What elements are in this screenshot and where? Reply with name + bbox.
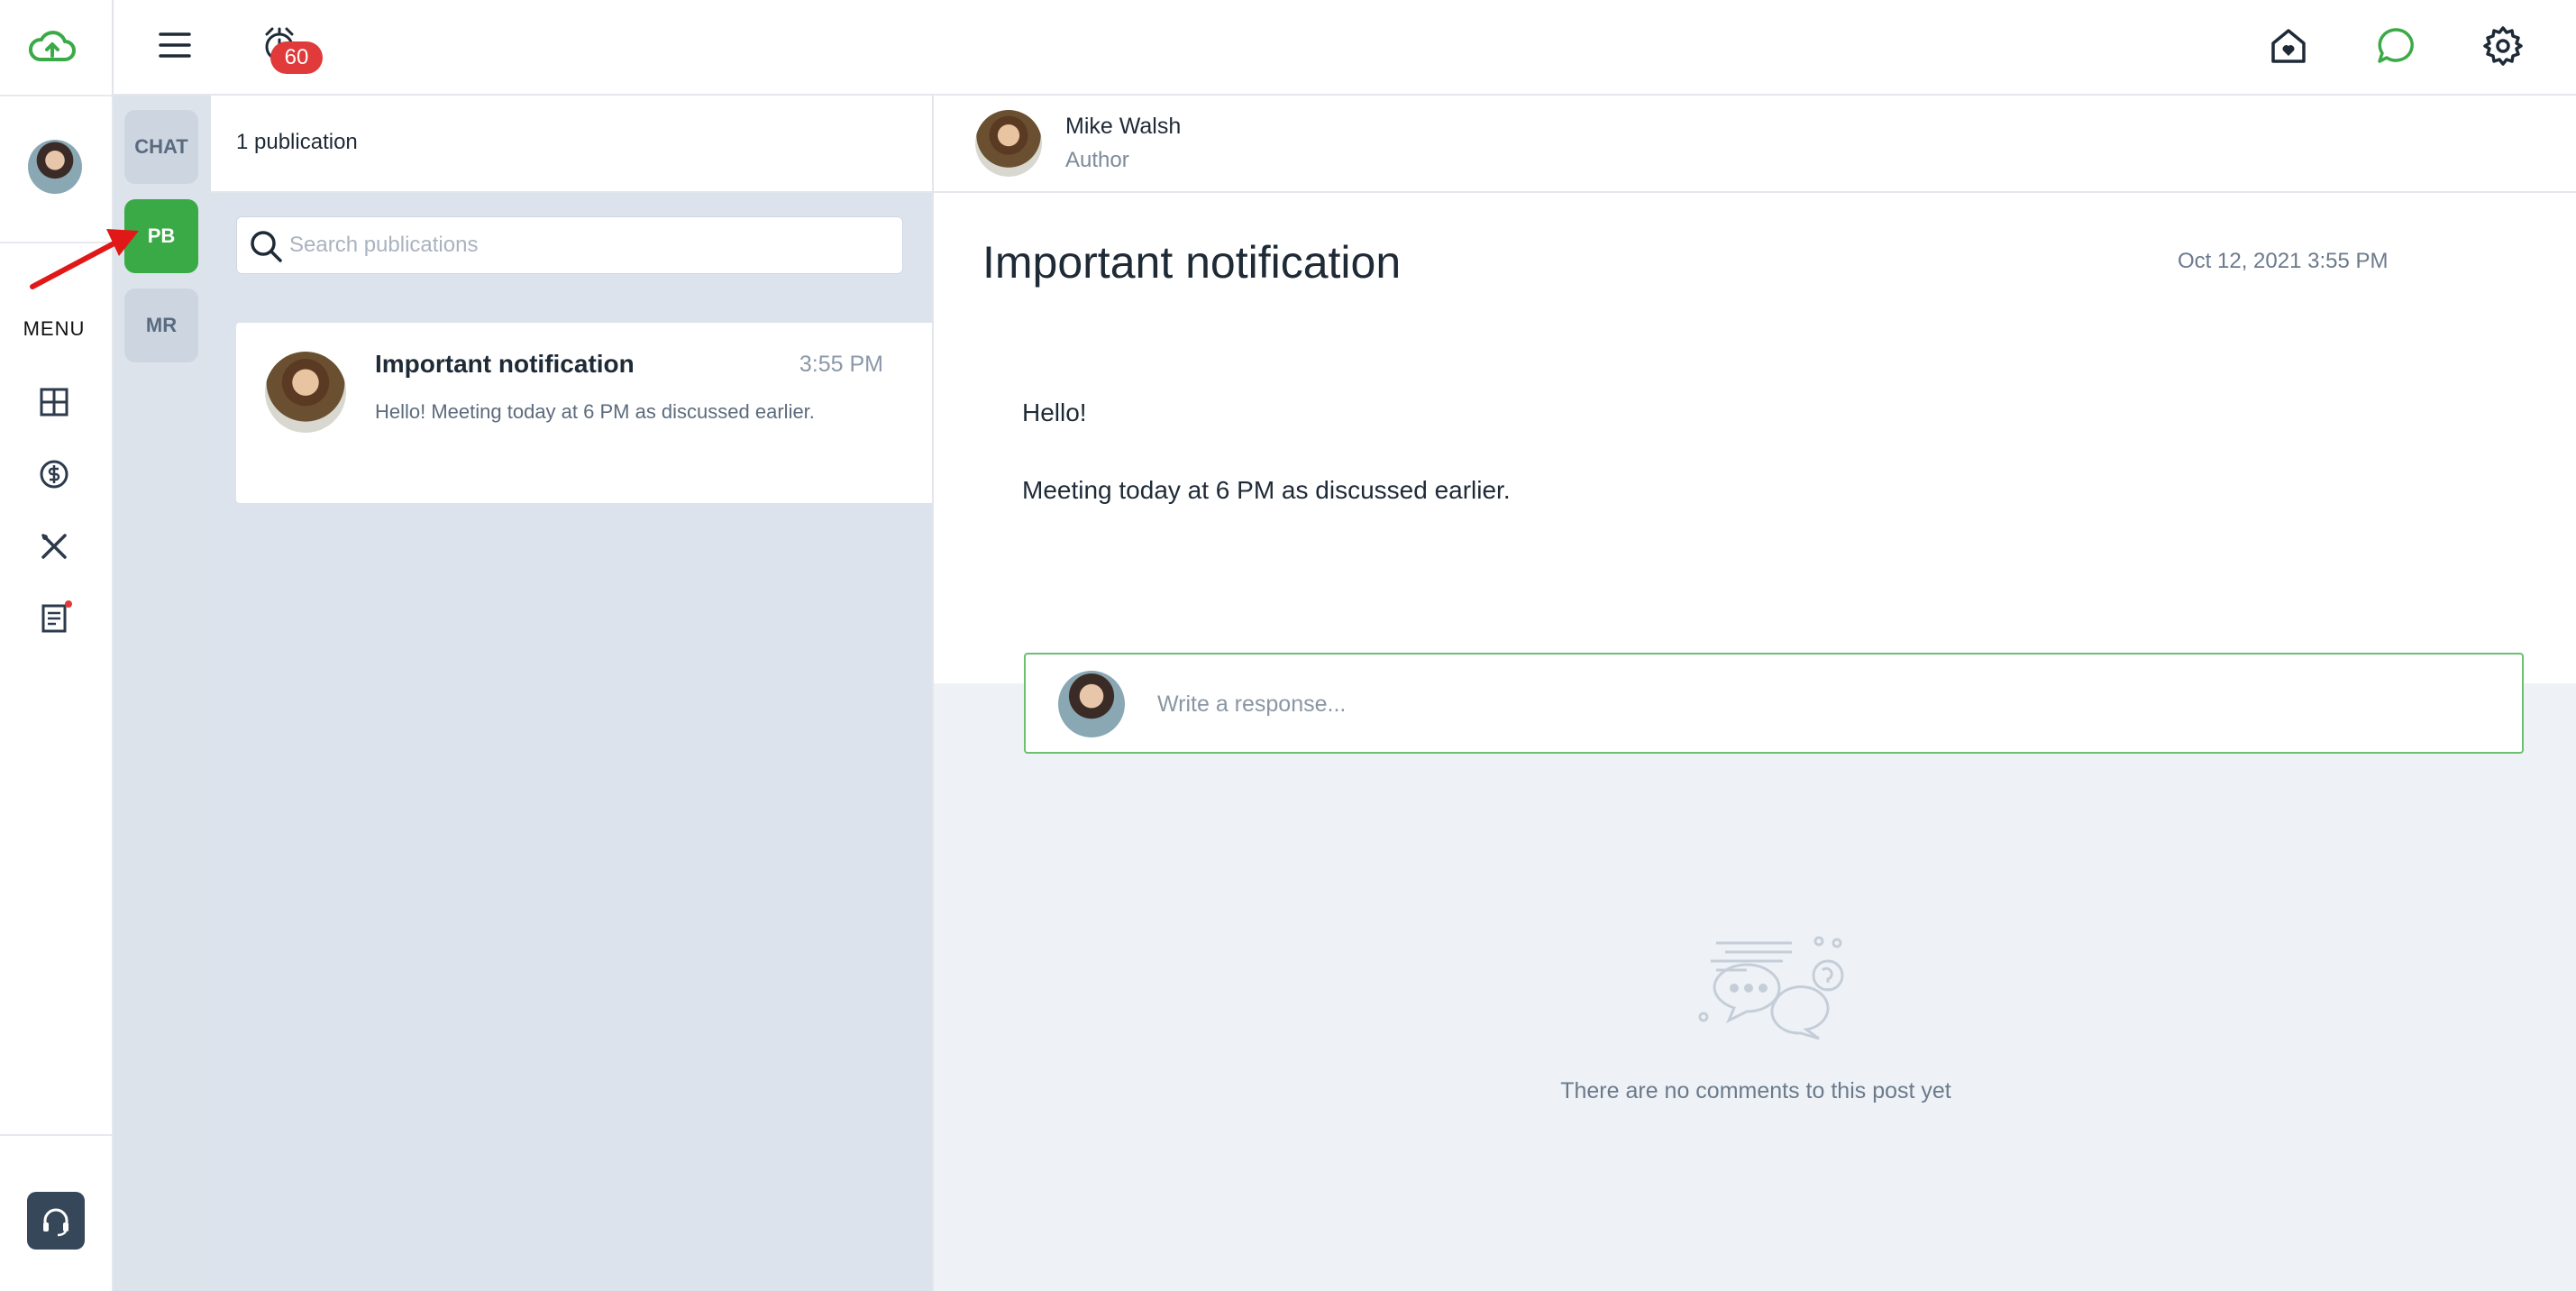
divider xyxy=(0,95,112,96)
headset-icon xyxy=(43,1208,69,1237)
no-comments-illustration-icon xyxy=(1693,934,1855,1051)
user-avatar[interactable] xyxy=(28,140,82,194)
chat-bubble-icon[interactable] xyxy=(2374,23,2419,69)
post-text-line: Meeting today at 6 PM as discussed earli… xyxy=(1022,476,1511,504)
publications-count: 1 publication xyxy=(236,130,358,154)
document-icon[interactable] xyxy=(36,600,72,636)
post-body: Important notification Oct 12, 2021 3:55… xyxy=(934,193,2576,683)
tab-chat[interactable]: CHAT xyxy=(124,110,198,184)
user-avatar xyxy=(1058,671,1125,737)
author-name[interactable]: Mike Walsh xyxy=(1065,114,1181,140)
support-button[interactable] xyxy=(27,1192,85,1250)
response-input[interactable] xyxy=(1157,673,2491,736)
dashboard-icon[interactable] xyxy=(36,384,72,420)
hamburger-icon[interactable] xyxy=(157,27,193,63)
publication-detail: Mike Walsh Author Important notification… xyxy=(932,96,2576,1291)
author-bar: Mike Walsh Author xyxy=(934,96,2576,193)
response-box xyxy=(1024,653,2524,754)
annotation-arrow-icon xyxy=(30,229,139,289)
publications-header: 1 publication xyxy=(211,96,932,193)
cloud-upload-icon[interactable] xyxy=(27,27,78,67)
author-role: Author xyxy=(1065,148,1129,172)
author-avatar xyxy=(265,352,346,433)
menu-label: MENU xyxy=(23,317,86,340)
gear-icon[interactable] xyxy=(2480,23,2526,69)
publication-preview: Hello! Meeting today at 6 PM as discusse… xyxy=(375,400,815,423)
home-icon[interactable] xyxy=(2266,23,2311,69)
search-icon xyxy=(248,228,284,264)
author-avatar[interactable] xyxy=(975,110,1042,177)
post-text-line: Hello! xyxy=(1022,398,1087,426)
post-title: Important notification xyxy=(982,237,1402,288)
dollar-circle-icon[interactable] xyxy=(36,456,72,492)
post-date: Oct 12, 2021 3:55 PM xyxy=(2178,249,2389,273)
divider xyxy=(0,1134,112,1136)
alarm-badge: 60 xyxy=(270,41,323,74)
tools-icon[interactable] xyxy=(36,528,72,564)
tab-mr[interactable]: MR xyxy=(124,288,198,362)
top-bar: 60 xyxy=(114,0,2576,96)
search-input[interactable] xyxy=(289,217,893,273)
search-box xyxy=(236,216,903,274)
empty-comments-message: There are no comments to this post yet xyxy=(1560,1078,1951,1103)
publications-panel: 1 publication Important notification 3:5… xyxy=(211,96,932,1291)
publication-item[interactable]: Important notification 3:55 PM Hello! Me… xyxy=(236,323,932,503)
publication-title: Important notification xyxy=(375,350,635,378)
left-rail: MENU xyxy=(0,0,114,1291)
publication-time: 3:55 PM xyxy=(799,352,883,377)
